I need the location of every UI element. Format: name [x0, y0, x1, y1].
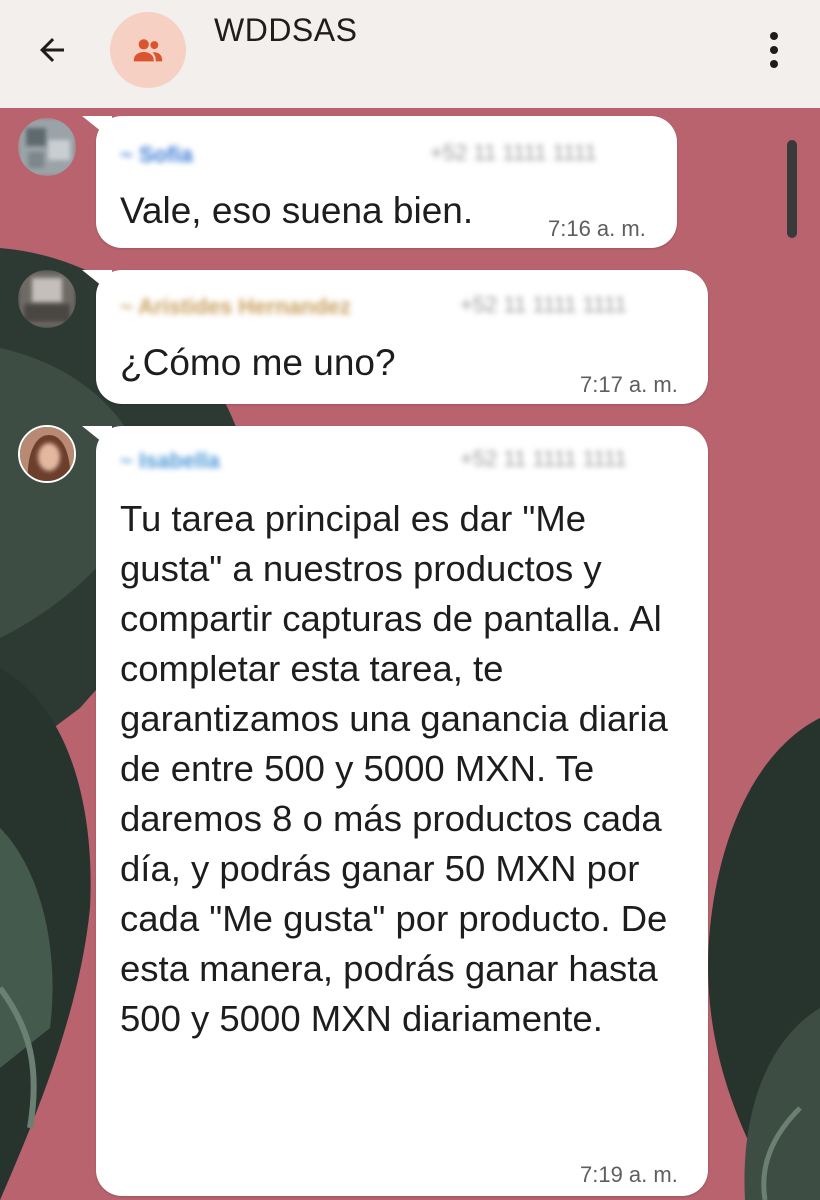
- sender-phone: +52 11 1111 1111: [460, 292, 627, 317]
- message-bubble[interactable]: ~ Aristides Hernandez +52 11 1111 1111 ¿…: [82, 270, 708, 404]
- message-text: Vale, eso suena bien.: [120, 190, 474, 231]
- scrollbar[interactable]: [787, 140, 797, 238]
- sender-avatar[interactable]: [18, 118, 76, 176]
- chat-header: WDDSAS: [0, 0, 820, 108]
- sender-phone: +52 11 1111 1111: [460, 446, 627, 471]
- message-time: 7:16 a. m.: [548, 216, 646, 241]
- message-text: Tu tarea principal es dar "Me gusta" a n…: [120, 498, 668, 1039]
- sender-name[interactable]: ~ Isabella: [120, 448, 220, 473]
- arrow-left-icon: [40, 38, 64, 62]
- sender-avatar[interactable]: [18, 425, 76, 483]
- group-avatar[interactable]: [110, 12, 186, 88]
- sender-avatar[interactable]: [18, 270, 76, 328]
- chat-title[interactable]: WDDSAS: [214, 12, 357, 49]
- more-options-button[interactable]: [752, 22, 796, 78]
- sender-phone: +52 11 1111 1111: [430, 140, 597, 165]
- sender-name[interactable]: ~ Aristides Hernandez: [120, 294, 351, 319]
- more-vert-icon: [770, 32, 778, 68]
- message-time: 7:19 a. m.: [580, 1162, 678, 1187]
- message-time: 7:17 a. m.: [580, 372, 678, 397]
- message-bubble[interactable]: ~ Sofia +52 11 1111 1111 Vale, eso suena…: [82, 116, 677, 248]
- message-text: ¿Cómo me uno?: [120, 342, 396, 383]
- group-icon: [133, 39, 163, 62]
- back-button[interactable]: [26, 24, 78, 76]
- sender-name[interactable]: ~ Sofia: [120, 142, 193, 167]
- message-bubble[interactable]: ~ Isabella +52 11 1111 1111 Tu tarea pri…: [82, 426, 708, 1196]
